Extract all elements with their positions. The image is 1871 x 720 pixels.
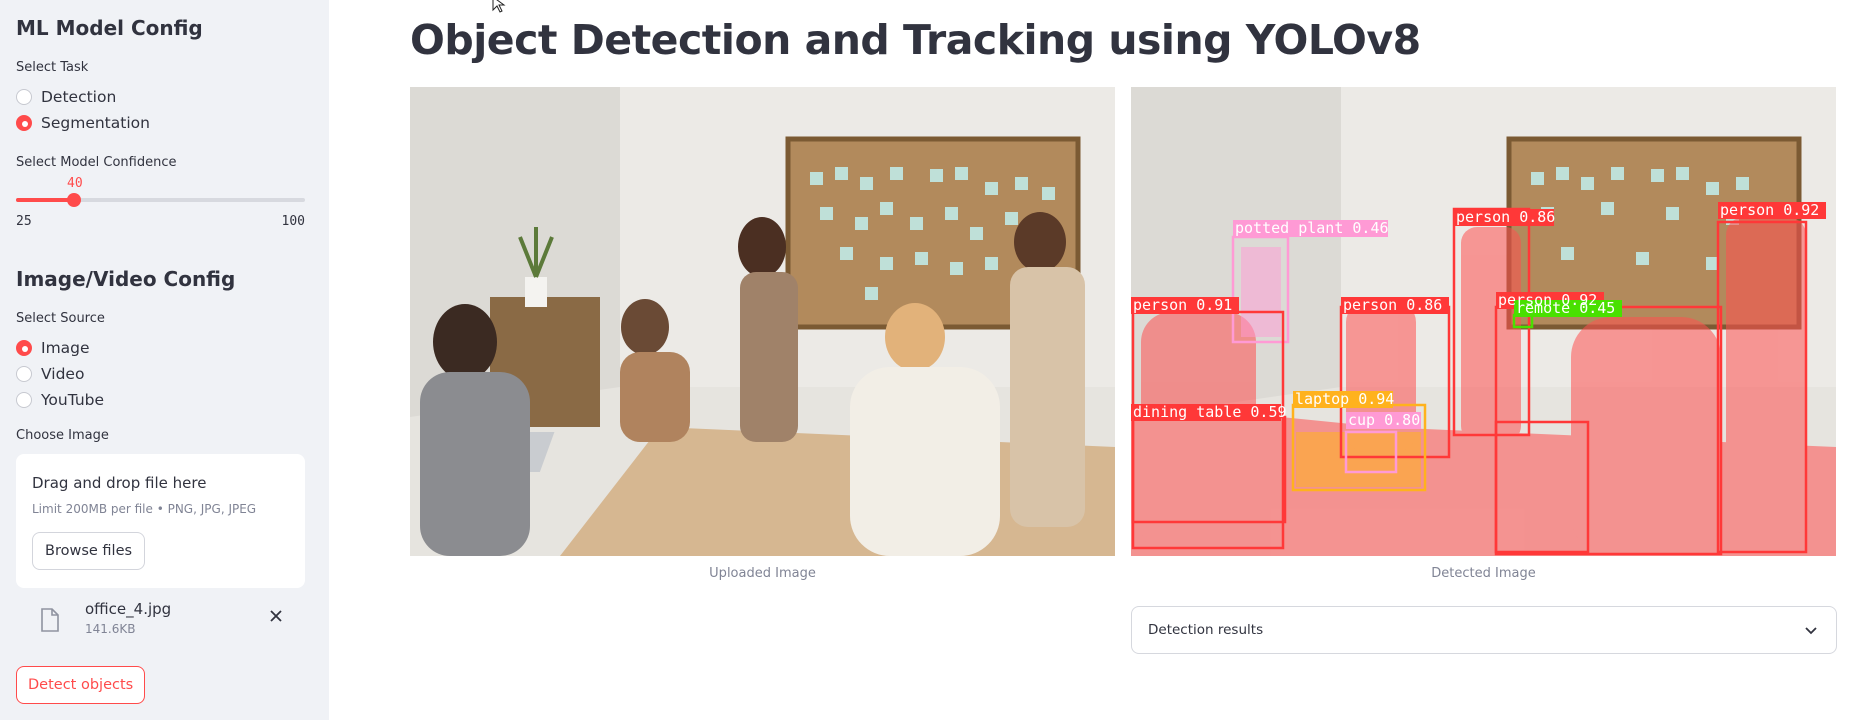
slider-track[interactable] xyxy=(16,198,305,202)
slider-max: 100 xyxy=(281,214,305,229)
detection-label: person 0.92 xyxy=(1720,201,1819,219)
detection-label: cup 0.80 xyxy=(1348,411,1420,429)
slider-value: 40 xyxy=(67,176,83,191)
task-option-segmentation[interactable]: Segmentation xyxy=(16,110,150,136)
dropzone-text: Drag and drop file here xyxy=(32,474,207,492)
choose-image-label: Choose Image xyxy=(16,428,109,443)
detection-label: laptop 0.94 xyxy=(1295,390,1394,408)
task-option-label: Segmentation xyxy=(41,114,150,132)
detection-label: remote 0.45 xyxy=(1516,299,1615,317)
detection-label: dining table 0.59 xyxy=(1133,403,1287,421)
source-option-image[interactable]: Image xyxy=(16,335,104,361)
radio-unselected-icon xyxy=(16,89,32,105)
task-label: Select Task xyxy=(16,60,89,75)
task-option-label: Detection xyxy=(41,88,117,106)
mouse-cursor-icon xyxy=(492,0,506,13)
uploaded-image xyxy=(410,87,1115,556)
detection-results-expander[interactable]: Detection results xyxy=(1131,606,1837,654)
model-config-title: ML Model Config xyxy=(16,16,203,40)
uploaded-file: office_4.jpg 141.6KB xyxy=(16,596,305,646)
detected-image-caption: Detected Image xyxy=(1431,566,1536,581)
office-photo xyxy=(410,87,1115,556)
radio-unselected-icon xyxy=(16,392,32,408)
detection-label: person 0.91 xyxy=(1133,296,1232,314)
confidence-label: Select Model Confidence xyxy=(16,155,177,170)
detect-objects-button[interactable]: Detect objects xyxy=(16,666,146,704)
dropzone-limit: Limit 200MB per file • PNG, JPG, JPEG xyxy=(32,502,257,516)
detection-label: potted plant 0.46 xyxy=(1235,219,1389,237)
page-title: Object Detection and Tracking using YOLO… xyxy=(410,16,1421,64)
detection-label: person 0.86 xyxy=(1456,208,1555,226)
chevron-down-icon xyxy=(1805,627,1817,635)
radio-unselected-icon xyxy=(16,366,32,382)
slider-min: 25 xyxy=(16,214,32,229)
detected-image: potted plant 0.46 person 0.86 person 0.9… xyxy=(1131,87,1836,556)
detected-photo: potted plant 0.46 person 0.86 person 0.9… xyxy=(1131,87,1836,556)
source-label: Select Source xyxy=(16,311,105,326)
source-option-youtube[interactable]: YouTube xyxy=(16,387,104,413)
confidence-slider[interactable]: 40 25 100 xyxy=(16,176,305,236)
file-name: office_4.jpg xyxy=(85,600,172,618)
task-option-detection[interactable]: Detection xyxy=(16,84,150,110)
image-video-config-title: Image/Video Config xyxy=(16,267,236,291)
file-icon xyxy=(41,608,59,632)
source-option-label: YouTube xyxy=(41,391,105,409)
slider-thumb[interactable] xyxy=(66,193,81,207)
source-option-label: Video xyxy=(41,365,85,383)
app: ML Model Config Select Task Detection Se… xyxy=(0,0,1871,720)
uploaded-image-caption: Uploaded Image xyxy=(709,566,816,581)
file-uploader-dropzone[interactable]: Drag and drop file here Limit 200MB per … xyxy=(16,454,305,588)
close-icon[interactable] xyxy=(268,608,284,624)
detection-label: person 0.86 xyxy=(1343,296,1442,314)
browse-files-button[interactable]: Browse files xyxy=(32,532,146,570)
file-size: 141.6KB xyxy=(85,622,136,636)
radio-selected-icon xyxy=(16,115,32,131)
source-option-label: Image xyxy=(41,339,90,357)
task-radio-group: Detection Segmentation xyxy=(16,84,150,136)
slider-fill xyxy=(16,198,74,202)
expander-label: Detection results xyxy=(1148,622,1264,638)
radio-selected-icon xyxy=(16,340,32,356)
sidebar: ML Model Config Select Task Detection Se… xyxy=(0,0,329,720)
source-radio-group: Image Video YouTube xyxy=(16,335,104,413)
source-option-video[interactable]: Video xyxy=(16,361,104,387)
